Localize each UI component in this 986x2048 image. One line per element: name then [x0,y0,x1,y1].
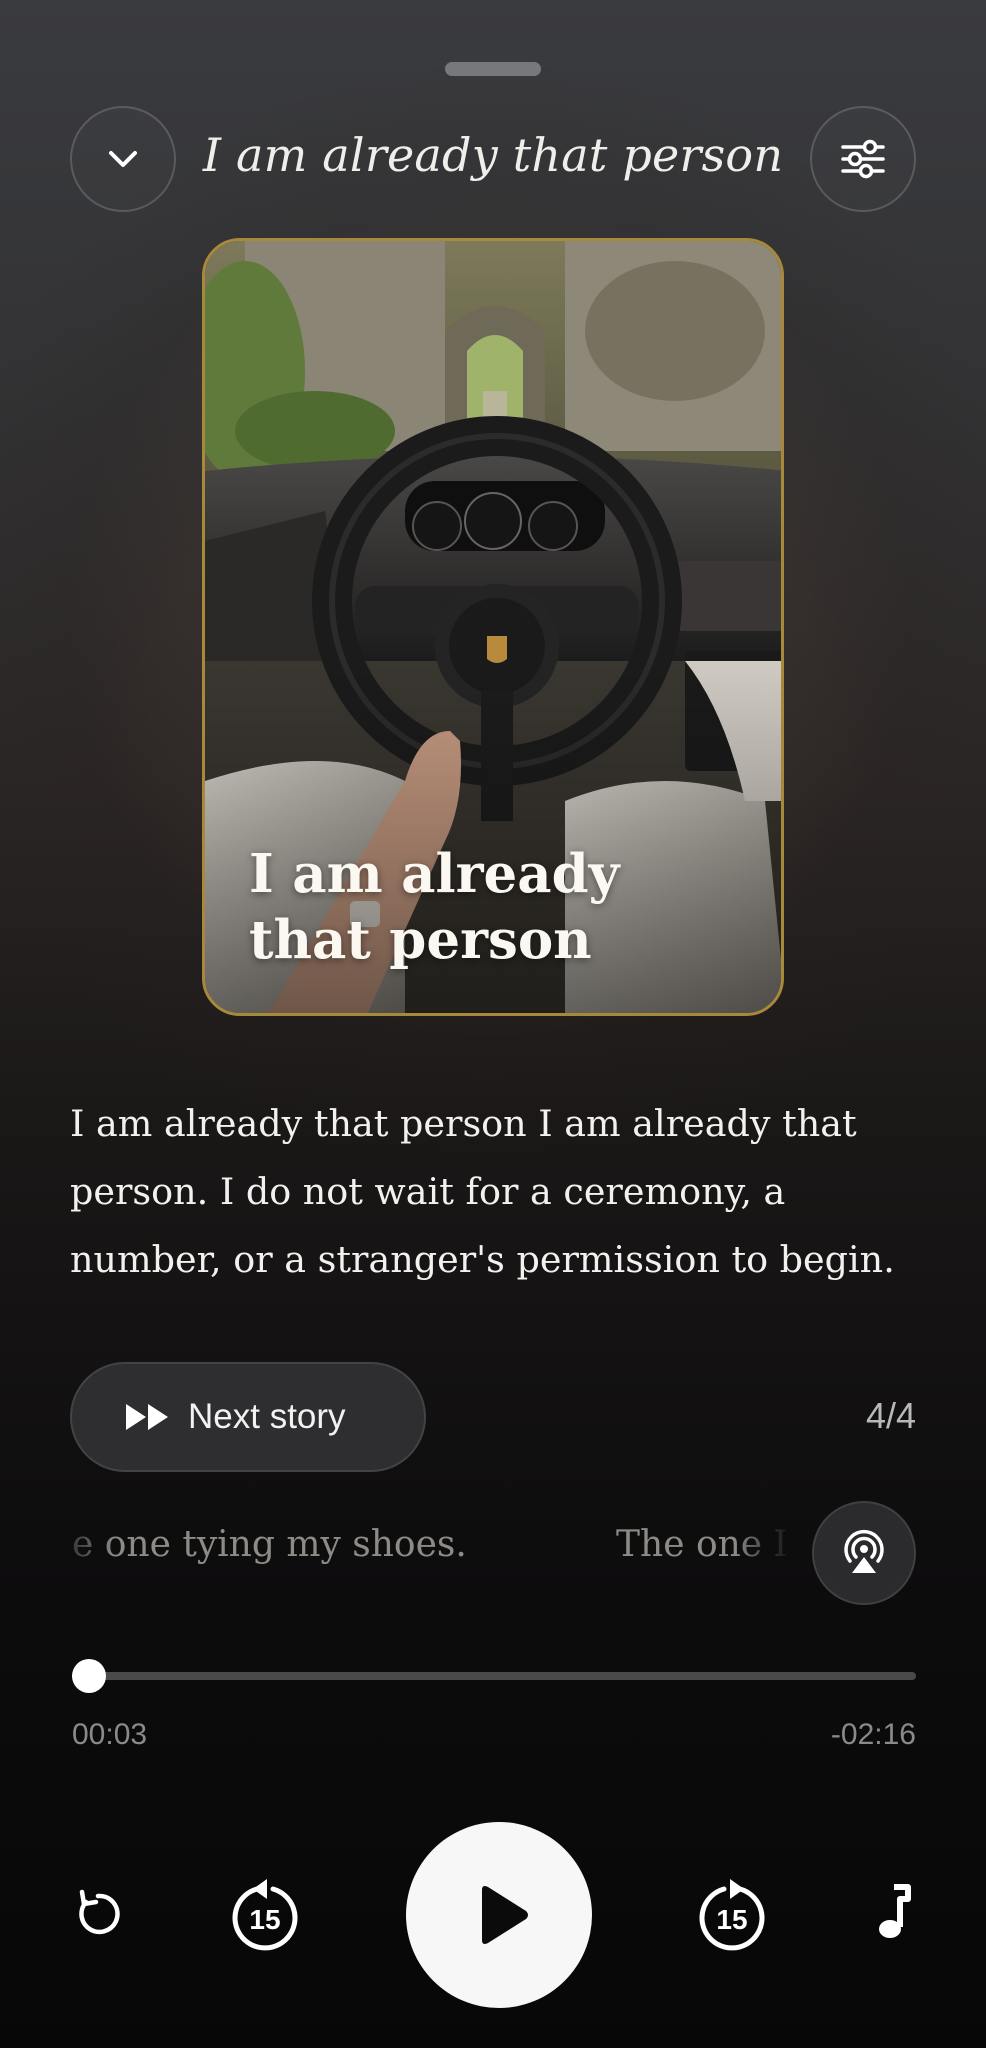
lyrics-ticker: e one tying my shoes. The one I [72,1520,792,1580]
ticker-segment: The one I [616,1524,788,1565]
replay-icon [79,1889,120,1935]
skip-forward-15-icon: 15 [699,1879,765,1951]
replay-button[interactable] [66,1882,130,1946]
cover-title: I am already that person [249,841,619,973]
story-text: I am already that person I am already th… [70,1102,895,1281]
cover-title-line2: that person [249,909,592,971]
skip-back-15-icon: 15 [232,1879,298,1951]
ticker-segment: e one tying my shoes. [72,1524,467,1565]
airplay-button[interactable] [812,1501,916,1605]
music-button[interactable] [862,1878,922,1948]
next-story-label: Next story [188,1397,346,1436]
chevron-down-icon [109,151,137,167]
skip-forward-15-button[interactable]: 15 [689,1872,775,1958]
skip-back-seconds: 15 [249,1904,280,1935]
settings-button[interactable] [810,106,916,212]
header-title: I am already that person [202,128,784,182]
play-icon [482,1886,528,1944]
next-story-button[interactable]: Next story [70,1362,426,1472]
progress-thumb[interactable] [71,1659,106,1693]
elapsed-time: 00:03 [72,1718,148,1751]
skip-back-15-button[interactable]: 15 [222,1872,308,1958]
cover-art[interactable]: I am already that person [202,238,784,1016]
music-note-icon [879,1884,911,1938]
collapse-button[interactable] [70,106,176,212]
play-button[interactable] [406,1822,592,2008]
sliders-icon [841,139,885,179]
progress-bar[interactable] [71,1659,916,1693]
airplay-audio-icon [844,1530,884,1573]
remaining-time: -02:16 [830,1718,916,1751]
sheet-grabber[interactable] [445,62,541,76]
fast-forward-icon [126,1404,168,1430]
skip-forward-seconds: 15 [716,1904,747,1935]
player-screen: I am already that person I am already th… [0,0,986,2048]
story-counter: 4/4 [865,1395,916,1436]
cover-title-line1: I am already [249,843,620,905]
